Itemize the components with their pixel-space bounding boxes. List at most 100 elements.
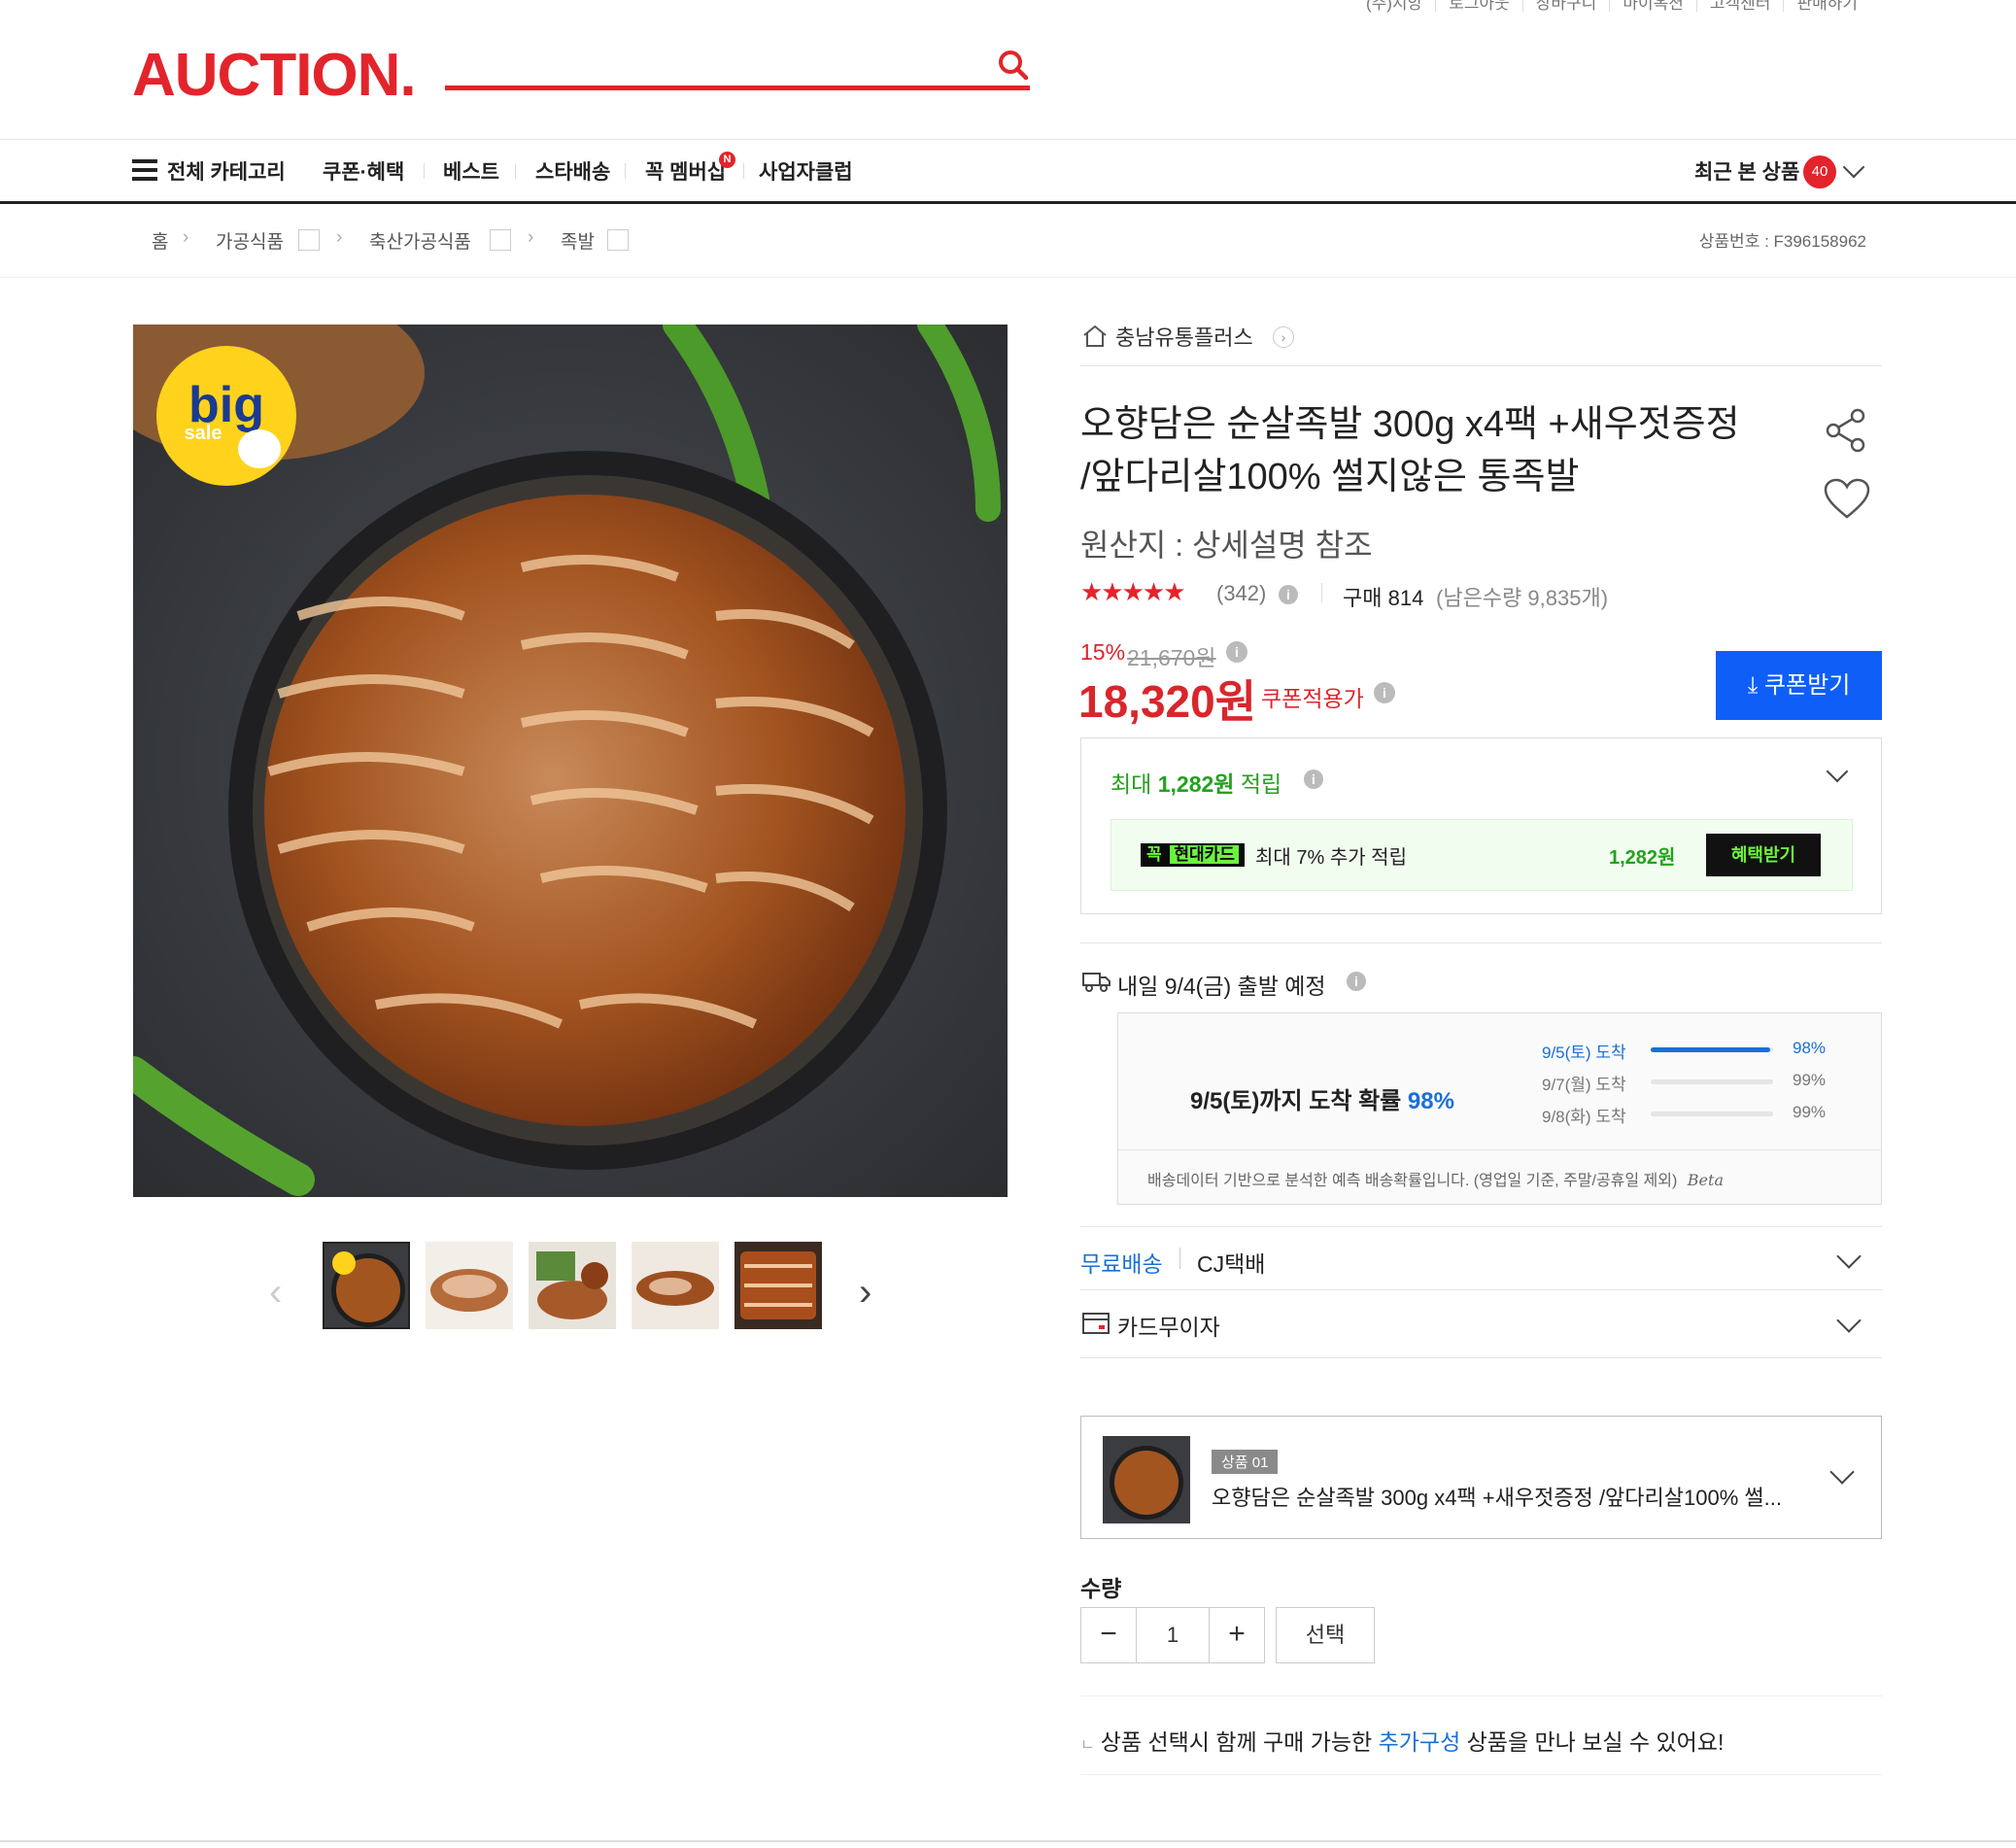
thumbnail[interactable] bbox=[426, 1242, 513, 1329]
truck-icon bbox=[1082, 973, 1111, 992]
sale-price: 18,320원 bbox=[1078, 676, 1257, 727]
origin-info: 원산지 : 상세설명 참조 bbox=[1080, 528, 1373, 563]
info-icon[interactable]: i bbox=[1279, 585, 1298, 604]
coupon-download-button[interactable]: ⤓ 쿠폰받기 bbox=[1716, 651, 1882, 720]
addon-link[interactable]: 추가구성 bbox=[1379, 1729, 1461, 1755]
select-button[interactable]: 선택 bbox=[1276, 1607, 1375, 1663]
product-title: 오향담은 순살족발 300g x4팩 +새우젓증정 /앞다리살100% 썰지않은… bbox=[1080, 404, 1740, 497]
arrival-row-pct: 98% bbox=[1793, 1039, 1827, 1057]
dispatch-date: 내일 9/4(금) 출발 예정 bbox=[1117, 974, 1326, 999]
nav-all-category[interactable]: 전체 카테고리 bbox=[167, 156, 286, 186]
minus-button[interactable]: − bbox=[1080, 1607, 1137, 1663]
quantity-label: 수량 bbox=[1080, 1576, 1122, 1601]
seller-name[interactable]: 충남유통플러스 bbox=[1115, 321, 1253, 352]
svg-text:sale: sale bbox=[185, 423, 222, 444]
card-benefit-text: 최대 7% 추가 적립 bbox=[1255, 847, 1407, 869]
card-benefit-amount: 1,282원 bbox=[1609, 847, 1676, 869]
chevron-down-icon[interactable] bbox=[1829, 1459, 1855, 1485]
card-installment[interactable]: 카드무이자 bbox=[1117, 1309, 1220, 1342]
share-icon[interactable] bbox=[1825, 408, 1869, 453]
option-name: 오향담은 순살족발 300g x4팩 +새우젓증정 /앞다리살100% 썰... bbox=[1212, 1486, 1782, 1510]
search-input[interactable] bbox=[445, 86, 1030, 90]
home-store-icon bbox=[1083, 325, 1107, 347]
crumb-level-1[interactable]: 가공식품 bbox=[216, 227, 284, 254]
nav-coupon[interactable]: 쿠폰·혜택 bbox=[323, 156, 404, 186]
arrival-row-pct: 99% bbox=[1793, 1103, 1827, 1121]
card-badge: 꼭 현대카드 bbox=[1141, 843, 1245, 867]
auction-logo[interactable]: AUCTION. bbox=[132, 41, 417, 110]
review-count[interactable]: (342) bbox=[1216, 581, 1266, 606]
search-icon[interactable] bbox=[997, 49, 1030, 82]
option-thumbnail bbox=[1103, 1436, 1190, 1523]
dropdown-icon[interactable] bbox=[490, 229, 511, 251]
chevron-down-icon[interactable] bbox=[1842, 155, 1865, 179]
carrier: CJ택배 bbox=[1197, 1251, 1266, 1277]
recent-count-badge: 40 bbox=[1803, 155, 1836, 188]
util-logout[interactable]: 로그아웃 bbox=[1435, 0, 1522, 12]
info-icon[interactable]: i bbox=[1304, 770, 1323, 789]
chevron-down-icon[interactable] bbox=[1836, 1244, 1862, 1269]
util-cart[interactable]: 장바구니 bbox=[1521, 0, 1610, 12]
rating-stars: ★★★★★ bbox=[1080, 577, 1186, 606]
crumb-home[interactable]: 홈 bbox=[152, 227, 168, 254]
benefit-button[interactable]: 혜택받기 bbox=[1706, 834, 1821, 876]
chevron-right-icon[interactable]: › bbox=[1273, 326, 1294, 348]
arrival-bar bbox=[1651, 1079, 1773, 1084]
nav-best[interactable]: 베스트 bbox=[443, 156, 499, 186]
util-sell[interactable]: 판매하기 bbox=[1783, 0, 1870, 12]
plus-button[interactable]: + bbox=[1209, 1607, 1265, 1663]
arrival-bar bbox=[1651, 1112, 1773, 1116]
thumbnail[interactable] bbox=[735, 1242, 822, 1329]
free-shipping: 무료배송 bbox=[1080, 1251, 1163, 1277]
info-icon[interactable]: i bbox=[1374, 682, 1395, 703]
arrival-bar bbox=[1651, 1047, 1773, 1052]
reward-box: 최대 1,282원 적립 i 꼭 현대카드 최대 7% 추가 적립 1,282원… bbox=[1080, 737, 1882, 914]
util-customer-center[interactable]: 고객센터 bbox=[1695, 0, 1784, 12]
nav-business-club[interactable]: 사업자클럽 bbox=[759, 156, 853, 186]
arrival-row-label: 9/5(토) 도착 bbox=[1542, 1044, 1626, 1062]
delivery-probability-box: 9/5(토)까지 도착 확률 98% 9/5(토) 도착 98% 9/7(월) … bbox=[1117, 1012, 1882, 1205]
prev-arrow-icon[interactable]: ‹ bbox=[269, 1271, 282, 1315]
info-icon[interactable]: i bbox=[1226, 641, 1247, 663]
util-user[interactable]: (주)지앙 bbox=[1353, 0, 1435, 12]
utility-links: (주)지앙 로그아웃 장바구니 마이옥션 고객센터 판매하기 bbox=[1353, 0, 1870, 12]
arrival-row-label: 9/8(화) 도착 bbox=[1542, 1108, 1626, 1126]
info-icon[interactable]: i bbox=[1347, 972, 1366, 991]
hamburger-icon[interactable] bbox=[132, 159, 157, 181]
option-tag: 상품 01 bbox=[1212, 1450, 1279, 1474]
thumbnail[interactable] bbox=[529, 1242, 616, 1329]
next-arrow-icon[interactable]: › bbox=[859, 1271, 871, 1315]
chevron-down-icon[interactable] bbox=[1836, 1308, 1862, 1333]
arrival-row-pct: 99% bbox=[1793, 1071, 1827, 1089]
thumbnail[interactable] bbox=[632, 1242, 719, 1329]
arrival-probability: 9/5(토)까지 도착 확률 98% bbox=[1190, 1088, 1454, 1114]
recent-products[interactable]: 최근 본 상품 bbox=[1694, 156, 1799, 186]
arrival-row-label: 9/7(월) 도착 bbox=[1542, 1076, 1626, 1094]
global-nav: 전체 카테고리 쿠폰·혜택 베스트 스타배송 꼭 멤버십 N 사업자클럽 최근 … bbox=[0, 139, 2016, 204]
download-icon: ⤓ bbox=[1747, 672, 1759, 699]
quantity-input[interactable]: 1 bbox=[1136, 1607, 1210, 1663]
remaining-qty: (남은수량 9,835개) bbox=[1436, 586, 1609, 610]
crumb-level-3[interactable]: 족발 bbox=[561, 227, 595, 254]
addon-notice: ㄴ 상품 선택시 함께 구매 가능한 추가구성 상품을 만나 보실 수 있어요! bbox=[1080, 1729, 1725, 1755]
nav-membership[interactable]: 꼭 멤버십 bbox=[645, 156, 726, 186]
option-select[interactable]: 상품 01 오향담은 순살족발 300g x4팩 +새우젓증정 /앞다리살100… bbox=[1080, 1416, 1882, 1539]
reward-title: 최대 1,282원 적립 bbox=[1111, 771, 1282, 797]
discount-rate: 15% bbox=[1080, 639, 1126, 665]
product-main-image[interactable]: big sale bbox=[133, 325, 1008, 1197]
nav-star-delivery[interactable]: 스타배송 bbox=[535, 156, 610, 186]
heart-icon[interactable] bbox=[1823, 478, 1871, 521]
product-number: 상품번호 : F396158962 bbox=[1698, 232, 1866, 251]
card-benefit-row: 꼭 현대카드 최대 7% 추가 적립 1,282원 혜택받기 bbox=[1111, 819, 1853, 891]
new-badge: N bbox=[719, 152, 735, 168]
dropdown-icon[interactable] bbox=[298, 229, 320, 251]
purchase-count: 구매 814 bbox=[1343, 586, 1424, 610]
crumb-level-2[interactable]: 축산가공식품 bbox=[369, 227, 471, 254]
card-icon bbox=[1082, 1313, 1110, 1334]
thumbnail[interactable] bbox=[323, 1242, 410, 1329]
delivery-note: 배송데이터 기반으로 분석한 예측 배송확률입니다. (영업일 기준, 주말/공… bbox=[1147, 1171, 1724, 1189]
chevron-down-icon[interactable] bbox=[1826, 760, 1849, 783]
dropdown-icon[interactable] bbox=[607, 229, 629, 251]
util-myauction[interactable]: 마이옥션 bbox=[1609, 0, 1696, 12]
coupon-applied-label: 쿠폰적용가 bbox=[1261, 686, 1364, 711]
